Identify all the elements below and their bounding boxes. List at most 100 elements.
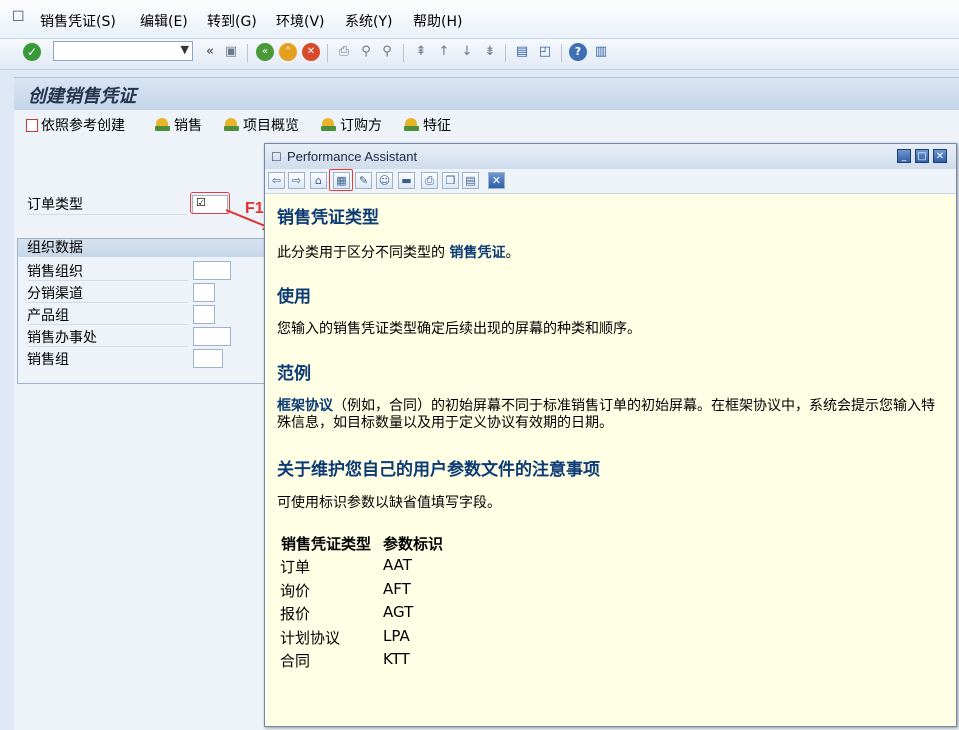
forward-arrow-icon[interactable]: ⇨	[288, 172, 305, 189]
sold-to-party-button[interactable]: 订购方	[321, 115, 382, 135]
table-cell: AFT	[383, 580, 411, 598]
sales-office-label: 销售办事处	[27, 330, 97, 346]
paragraph-usage: 您输入的销售凭证类型确定后续出现的屏幕的种类和顺序。	[277, 321, 641, 337]
help-icon[interactable]: ?	[569, 43, 587, 61]
application-toolbar: 依照参考创建 销售 项目概览 订购方 特征	[14, 110, 959, 142]
create-session-icon[interactable]: ▤	[513, 43, 531, 61]
edit-icon[interactable]: ✎	[355, 172, 372, 189]
heading-sales-doc-type: 销售凭证类型	[277, 208, 379, 228]
shortcut-icon[interactable]: ◰	[536, 43, 554, 61]
print-icon[interactable]: ⎙	[335, 43, 353, 61]
menu-goto[interactable]: 转到(G)	[207, 11, 257, 31]
row-divider	[28, 280, 188, 281]
row-divider	[28, 346, 188, 347]
definition-suffix: 。	[505, 245, 520, 261]
menu-bar: ☐ 销售凭证(S) 编辑(E) 转到(G) 环境(V) 系统(Y) 帮助(H)	[0, 0, 959, 39]
table-cell: LPA	[383, 627, 410, 645]
assistant-title: Performance Assistant	[287, 149, 418, 164]
row-divider	[28, 324, 188, 325]
table-header: 销售凭证类型	[281, 535, 372, 553]
menu-help[interactable]: 帮助(H)	[413, 11, 462, 31]
exit-icon[interactable]: ⌃	[279, 43, 297, 61]
print-icon[interactable]: ⎙	[421, 172, 438, 189]
title-bar: 创建销售凭证	[14, 77, 959, 111]
save-icon[interactable]: ▣	[222, 43, 240, 61]
next-page-icon[interactable]: ↓	[458, 43, 476, 61]
heading-user-params: 关于维护您自己的用户参数文件的注意事项	[277, 460, 600, 480]
overview-icon	[404, 118, 420, 132]
example-text: （例如，合同）的初始屏幕不同于标准销售订单的初始屏幕。在框架协议中，系统会提示您…	[277, 398, 935, 431]
standard-toolbar: ✓ ▼ « ▣ « ⌃ ✕ ⎙ ⚲ ⚲ ⇞ ↑ ↓ ⇟ ▤ ◰ ? ▥	[0, 39, 959, 70]
item-overview-button[interactable]: 项目概览	[224, 115, 299, 135]
org-data-group: 组织数据 销售组织 分销渠道 产品组 销售办事处 销售组	[17, 238, 267, 384]
chevron-down-icon[interactable]: ▼	[181, 43, 189, 56]
sales-office-input[interactable]	[193, 327, 231, 346]
create-with-reference-button[interactable]: 依照参考创建	[26, 115, 125, 135]
sales-label: 销售	[174, 118, 202, 134]
cancel-icon[interactable]: ✕	[302, 43, 320, 61]
paragraph-user-params: 可使用标识参数以缺省值填写字段。	[277, 495, 501, 511]
sold-to-party-label: 订购方	[340, 118, 382, 134]
definition-text: 此分类用于区分不同类型的	[277, 245, 450, 261]
sales-group-label: 销售组	[27, 352, 69, 368]
toolbar-divider	[247, 44, 248, 62]
toolbar-divider	[505, 44, 506, 62]
assistant-toolbar: ⇦ ⇨ ⌂ ▦ ✎ ☺ ▬ ⎙ ❐ ▤ ✕	[265, 169, 956, 194]
annotation-highlight-box	[329, 169, 353, 191]
window-icon: ☐	[271, 150, 282, 164]
menu-sales-document[interactable]: 销售凭证(S)	[40, 11, 116, 31]
overview-icon	[155, 118, 171, 132]
characteristics-button[interactable]: 特征	[404, 115, 451, 135]
sales-button[interactable]: 销售	[155, 115, 202, 135]
sales-org-input[interactable]	[193, 261, 231, 280]
menu-edit[interactable]: 编辑(E)	[140, 11, 188, 31]
toolbar-divider	[327, 44, 328, 62]
table-header: 参数标识	[383, 535, 444, 553]
find-next-icon[interactable]: ⚲	[378, 43, 396, 61]
copy-icon[interactable]: ❐	[442, 172, 459, 189]
minimize-icon[interactable]: _	[897, 149, 911, 163]
table-cell: AGT	[383, 603, 414, 621]
close-icon[interactable]: ✕	[933, 149, 947, 163]
row-divider	[27, 214, 187, 215]
order-type-label: 订单类型	[27, 197, 83, 213]
paragraph-example: 框架协议（例如，合同）的初始屏幕不同于标准销售订单的初始屏幕。在框架协议中，系统…	[277, 398, 937, 432]
bookmark-icon[interactable]: ▬	[398, 172, 415, 189]
document-icon	[26, 118, 38, 132]
division-input[interactable]	[193, 305, 215, 324]
close-icon[interactable]: ✕	[488, 172, 505, 189]
paragraph-definition: 此分类用于区分不同类型的 销售凭证。	[277, 245, 937, 262]
home-icon[interactable]: ⌂	[310, 172, 327, 189]
sales-document-link[interactable]: 销售凭证	[449, 245, 505, 261]
page-title: 创建销售凭证	[28, 86, 136, 107]
characteristics-label: 特征	[423, 118, 451, 134]
table-cell: 订单	[280, 558, 311, 576]
distribution-channel-input[interactable]	[193, 283, 215, 302]
document-icon[interactable]: ▤	[462, 172, 479, 189]
sales-group-input[interactable]	[193, 349, 223, 368]
table-cell: 合同	[280, 652, 311, 670]
first-page-icon[interactable]: ⇞	[412, 43, 430, 61]
framework-agreement-link[interactable]: 框架协议	[277, 398, 333, 414]
layout-menu-icon[interactable]: ▥	[592, 43, 610, 61]
find-icon[interactable]: ⚲	[357, 43, 375, 61]
command-field[interactable]: ▼	[53, 41, 193, 61]
back-chevron-icon[interactable]: «	[201, 43, 219, 61]
last-page-icon[interactable]: ⇟	[481, 43, 499, 61]
table-cell: 计划协议	[280, 629, 341, 647]
division-label: 产品组	[27, 308, 69, 324]
menu-system[interactable]: 系统(Y)	[345, 11, 392, 31]
user-parameters-icon[interactable]: ☺	[376, 172, 393, 189]
assistant-titlebar[interactable]: ☐ Performance Assistant _ □ ✕	[265, 144, 956, 170]
maximize-icon[interactable]: □	[915, 149, 929, 163]
performance-assistant-window: ☐ Performance Assistant _ □ ✕ ⇦ ⇨ ⌂ ▦ ✎ …	[264, 143, 957, 727]
menu-environment[interactable]: 环境(V)	[276, 11, 325, 31]
enter-check-icon[interactable]: ✓	[23, 43, 41, 61]
sales-org-label: 销售组织	[27, 264, 83, 280]
back-arrow-icon[interactable]: ⇦	[268, 172, 285, 189]
previous-page-icon[interactable]: ↑	[435, 43, 453, 61]
menu-doc-icon[interactable]: ☐	[12, 9, 25, 25]
distribution-channel-label: 分销渠道	[27, 286, 83, 302]
table-cell: AAT	[383, 556, 412, 574]
back-icon[interactable]: «	[256, 43, 274, 61]
